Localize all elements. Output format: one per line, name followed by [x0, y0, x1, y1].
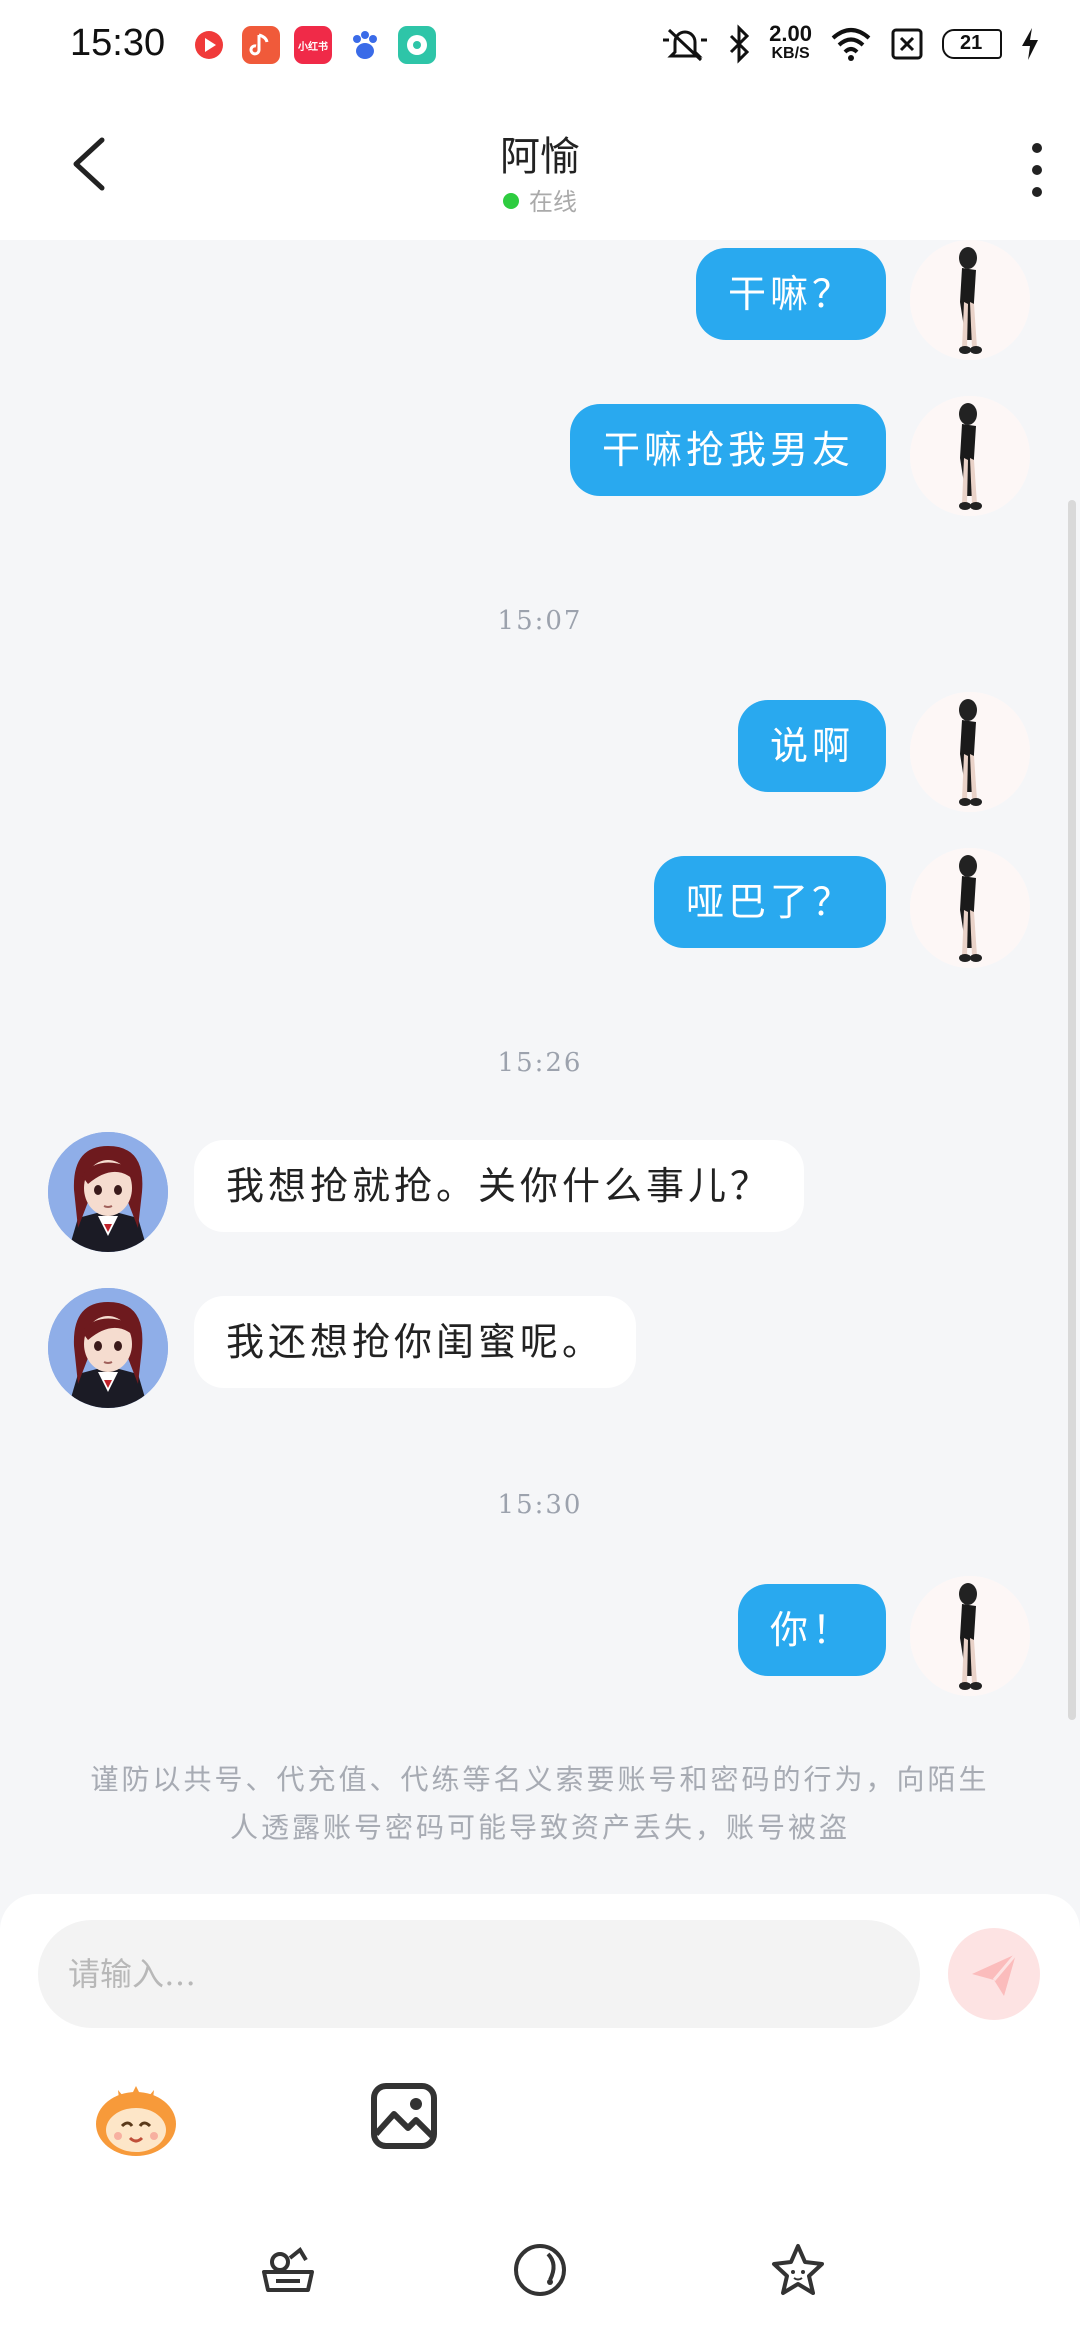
- battery-level: 21: [960, 32, 983, 54]
- xiaohongshu-icon: 小红书: [294, 26, 332, 64]
- my-avatar[interactable]: [910, 848, 1030, 968]
- message-row-outgoing: 你！: [0, 1576, 1080, 1700]
- message-input[interactable]: [38, 1920, 920, 2028]
- incoming-message-bubble[interactable]: 我还想抢你闺蜜呢。: [194, 1296, 637, 1388]
- music-app-icon: [242, 26, 280, 64]
- xiaohongshu-label: 小红书: [298, 41, 328, 53]
- contact-avatar[interactable]: [48, 1288, 168, 1408]
- chat-header: 阿愉 在线: [0, 96, 1080, 240]
- incoming-message-bubble[interactable]: 我想抢就抢。关你什么事儿？: [194, 1140, 805, 1232]
- my-avatar[interactable]: [910, 240, 1030, 360]
- message-row-incoming: 我还想抢你闺蜜呢。: [0, 1288, 1080, 1412]
- mute-bell-icon: [663, 28, 708, 62]
- keyboard-skin-icon[interactable]: [256, 2238, 320, 2302]
- chat-area[interactable]: 干嘛？ 干嘛抢我男友 15:07 说啊 哑巴了？ 15:26 我想抢就抢。关你什…: [0, 240, 1080, 1720]
- battery-icon: 21: [942, 29, 1002, 59]
- my-avatar[interactable]: [910, 1576, 1030, 1696]
- status-bar: 15:30 小红书 2.00 KB/S 21: [0, 0, 1080, 96]
- message-row-outgoing: 干嘛？: [0, 240, 1080, 364]
- net-speed-unit: KB/S: [771, 45, 810, 62]
- clock-icon[interactable]: [508, 2238, 572, 2302]
- outgoing-message-bubble[interactable]: 干嘛抢我男友: [569, 404, 886, 496]
- emoji-sticker-icon[interactable]: [88, 2068, 184, 2164]
- charging-icon: [1022, 28, 1038, 60]
- message-row-outgoing: 说啊: [0, 692, 1080, 816]
- contact-avatar[interactable]: [48, 1132, 168, 1252]
- outgoing-message-bubble[interactable]: 你！: [737, 1584, 886, 1676]
- my-avatar[interactable]: [910, 692, 1030, 812]
- status-indicators: 2.00 KB/S 21: [661, 21, 1040, 64]
- chat-app-icon: [398, 26, 436, 64]
- contact-name: 阿愉: [500, 134, 580, 180]
- chat-scrollbar[interactable]: [1068, 500, 1076, 1720]
- image-icon[interactable]: [356, 2068, 452, 2164]
- no-sim-icon: [891, 28, 923, 60]
- send-paper-plane-icon: [972, 1953, 1018, 1996]
- message-timestamp: 15:26: [497, 1048, 583, 1078]
- input-panel: [0, 1894, 1080, 2340]
- bluetooth-icon: [730, 24, 750, 64]
- security-notice: 谨防以共号、代充值、代练等名义索要账号和密码的行为，向陌生人透露账号密码可能导致…: [90, 1763, 990, 1844]
- wifi-icon: [831, 28, 871, 61]
- status-time: 15:30: [70, 22, 166, 64]
- message-timestamp: 15:07: [497, 606, 583, 636]
- baidu-icon: [346, 26, 384, 64]
- notification-app-icons: 小红书: [190, 26, 436, 64]
- message-row-incoming: 我想抢就抢。关你什么事儿？: [0, 1132, 1080, 1256]
- send-button[interactable]: [948, 1928, 1040, 2020]
- net-speed-value: 2.00: [769, 21, 812, 46]
- message-row-outgoing: 哑巴了？: [0, 848, 1080, 972]
- message-timestamp: 15:30: [497, 1490, 583, 1520]
- online-status: 在线: [0, 182, 1080, 217]
- message-row-outgoing: 干嘛抢我男友: [0, 396, 1080, 520]
- online-status-label: 在线: [529, 188, 577, 216]
- online-dot: [503, 193, 519, 209]
- video-app-icon: [190, 26, 228, 64]
- my-avatar[interactable]: [910, 396, 1030, 516]
- more-options-icon[interactable]: [1022, 140, 1052, 200]
- star-icon[interactable]: [766, 2238, 830, 2302]
- outgoing-message-bubble[interactable]: 哑巴了？: [653, 856, 886, 948]
- network-speed: 2.00 KB/S: [769, 21, 812, 64]
- outgoing-message-bubble[interactable]: 说啊: [737, 700, 886, 792]
- outgoing-message-bubble[interactable]: 干嘛？: [695, 248, 886, 340]
